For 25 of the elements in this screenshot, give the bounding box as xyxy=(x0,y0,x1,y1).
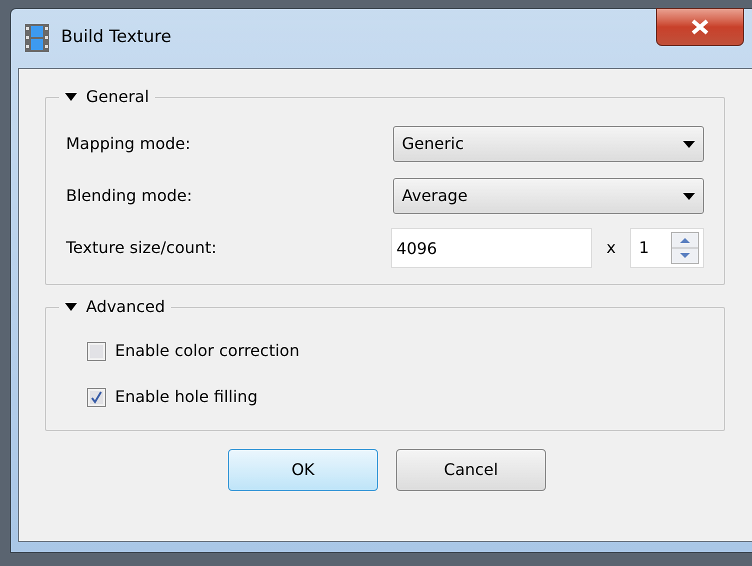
checkbox-label: Enable color correction xyxy=(115,340,300,362)
unchecked-checkbox[interactable] xyxy=(87,342,106,360)
field-label: Texture size/count: xyxy=(66,237,218,259)
field-label: Blending mode: xyxy=(66,185,194,207)
size-field[interactable]: 4096 xyxy=(391,228,592,268)
caret-icon xyxy=(683,140,695,148)
multiply-sign: x xyxy=(605,237,617,259)
group-title[interactable]: General xyxy=(86,85,150,109)
film-icon xyxy=(25,24,49,52)
close-icon xyxy=(690,19,710,35)
caret-icon xyxy=(683,192,695,200)
count-spinbox[interactable]: 1 xyxy=(630,228,704,268)
checkbox-label: Enable hole filling xyxy=(115,386,258,408)
dialog-button[interactable]: Cancel xyxy=(396,449,546,491)
spin-arrows-icon[interactable] xyxy=(671,232,699,264)
checked-checkbox[interactable] xyxy=(87,388,106,406)
dropdown[interactable]: Average xyxy=(392,178,704,214)
expanded-arrow-icon[interactable] xyxy=(65,302,77,312)
field-label: Mapping mode: xyxy=(66,133,192,155)
group-title[interactable]: Advanced xyxy=(86,295,166,319)
expanded-arrow-icon[interactable] xyxy=(65,92,77,102)
dropdown[interactable]: Generic xyxy=(392,126,704,162)
close-button[interactable] xyxy=(656,8,744,46)
window-title: Build Texture xyxy=(61,26,172,50)
default-button[interactable]: OK xyxy=(228,449,378,491)
